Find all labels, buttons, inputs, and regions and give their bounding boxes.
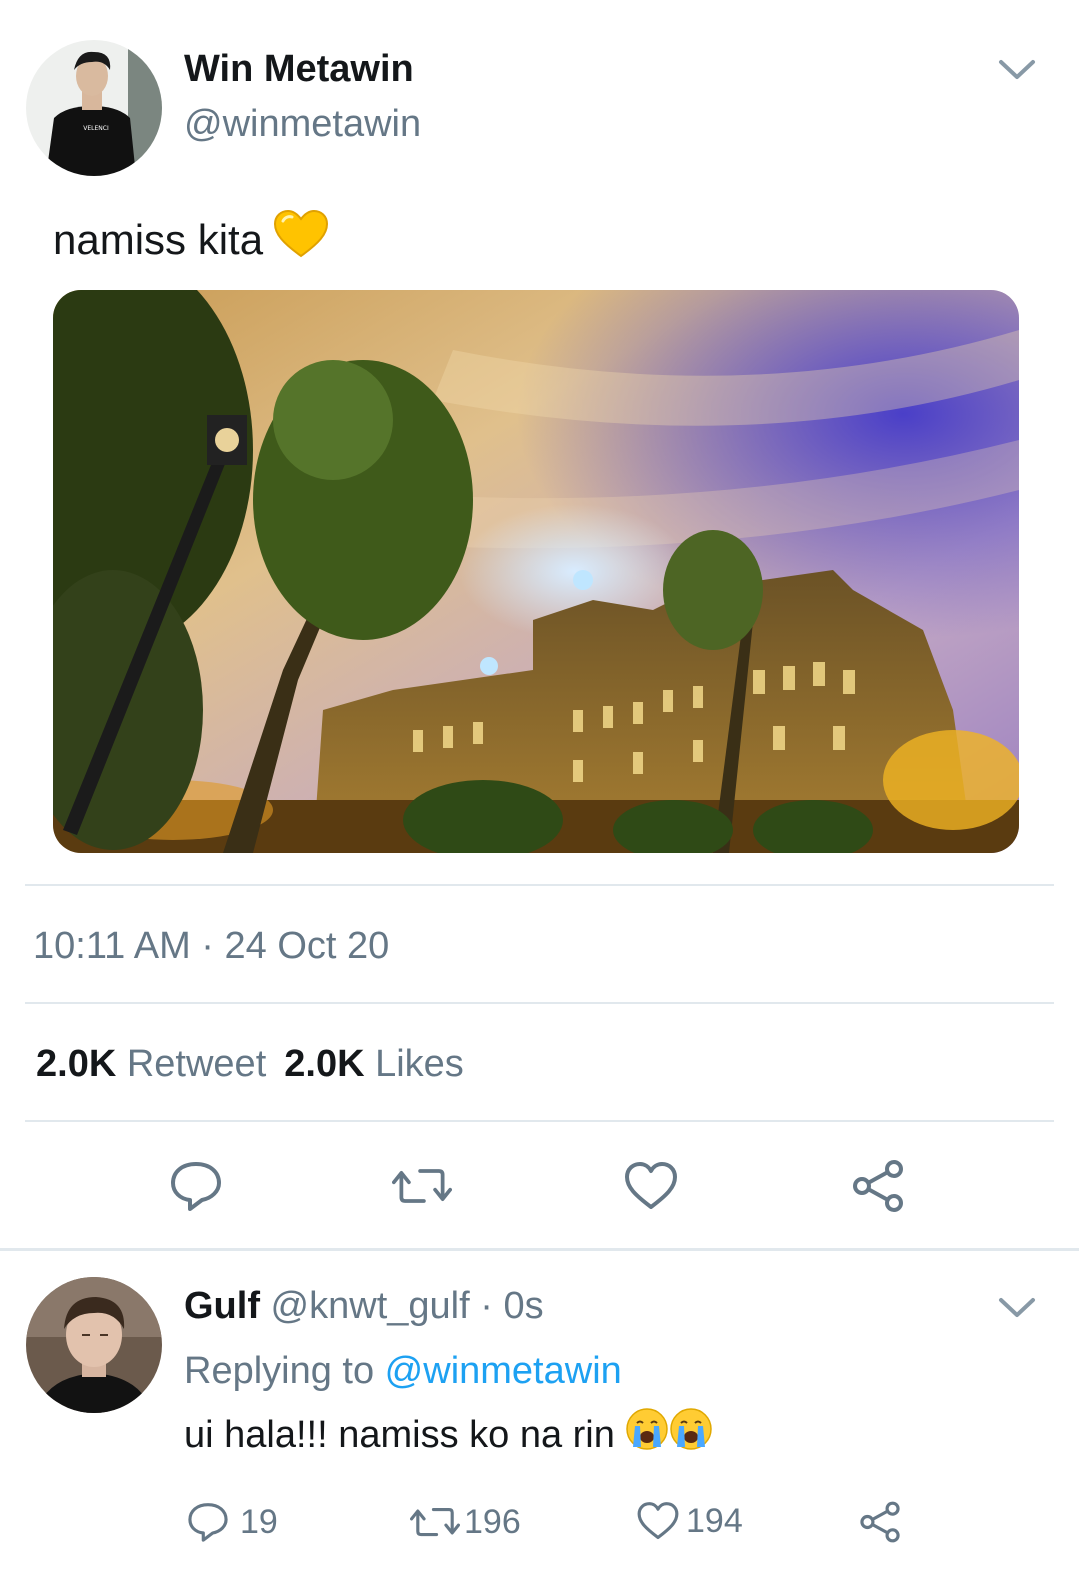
like-label: Likes <box>375 1043 464 1085</box>
author-avatar[interactable]: VELENCI <box>26 40 162 176</box>
reply-retweet-count: 196 <box>464 1502 521 1541</box>
tweet-stats: 2.0K Retweet 2.0K Likes <box>36 1043 464 1086</box>
like-stat[interactable]: 2.0K Likes <box>284 1043 464 1085</box>
reply-like-button[interactable]: 194 <box>636 1500 743 1542</box>
like-button[interactable] <box>621 1158 681 1214</box>
reply-author-name[interactable]: Gulf <box>184 1285 260 1327</box>
tweet-timestamp: 10:11 AM · 24 Oct 20 <box>33 925 390 967</box>
reply-icon <box>188 1503 228 1542</box>
reply-chevron-down-icon[interactable] <box>998 1296 1036 1325</box>
reply-time: · 0s <box>469 1285 544 1327</box>
reply-like-count: 194 <box>686 1501 743 1540</box>
retweet-icon <box>410 1507 460 1537</box>
divider <box>25 884 1054 886</box>
retweet-stat[interactable]: 2.0K Retweet <box>36 1043 266 1085</box>
retweet-count: 2.0K <box>36 1043 117 1085</box>
share-button[interactable] <box>848 1158 908 1214</box>
heart-icon <box>637 1502 679 1540</box>
replying-prefix: Replying to <box>184 1350 385 1392</box>
section-divider <box>0 1248 1079 1251</box>
yellow-heart-icon <box>273 209 329 269</box>
reply-share-button[interactable] <box>858 1500 902 1544</box>
retweet-label: Retweet <box>126 1043 267 1085</box>
reply-author-avatar[interactable] <box>26 1277 162 1413</box>
reply-header: Gulf @knwt_gulf · 0s <box>184 1285 544 1328</box>
author-handle[interactable]: @winmetawin <box>184 103 421 146</box>
shirt-text: VELENCI <box>83 125 109 132</box>
divider <box>25 1120 1054 1122</box>
replying-to: Replying to @winmetawin <box>184 1350 622 1393</box>
author-name[interactable]: Win Metawin <box>184 48 414 91</box>
like-count: 2.0K <box>284 1043 365 1085</box>
share-icon <box>860 1501 900 1543</box>
reply-icon <box>171 1162 221 1211</box>
reply-reply-count: 19 <box>240 1502 278 1541</box>
chevron-down-icon[interactable] <box>998 58 1036 87</box>
reply-text: ui hala!!! namiss ko na rin <box>184 1408 713 1461</box>
heart-icon <box>625 1162 677 1209</box>
reply-button[interactable] <box>166 1158 226 1214</box>
reply-text-content: ui hala!!! namiss ko na rin <box>184 1414 615 1457</box>
retweet-button[interactable] <box>392 1158 452 1214</box>
divider <box>25 1002 1054 1004</box>
crying-face-icon <box>669 1407 713 1461</box>
retweet-icon <box>392 1169 452 1203</box>
share-icon <box>853 1160 903 1212</box>
crying-face-icon <box>625 1407 669 1461</box>
reply-reply-button[interactable]: 19 <box>186 1500 278 1544</box>
tweet-photo[interactable] <box>53 290 1019 853</box>
reply-author-handle[interactable]: @knwt_gulf <box>271 1285 470 1327</box>
tweet-text: namiss kita <box>53 209 329 269</box>
reply-retweet-button[interactable]: 196 <box>410 1500 521 1544</box>
tweet-text-content: namiss kita <box>53 216 264 263</box>
replying-mention[interactable]: @winmetawin <box>385 1350 622 1392</box>
